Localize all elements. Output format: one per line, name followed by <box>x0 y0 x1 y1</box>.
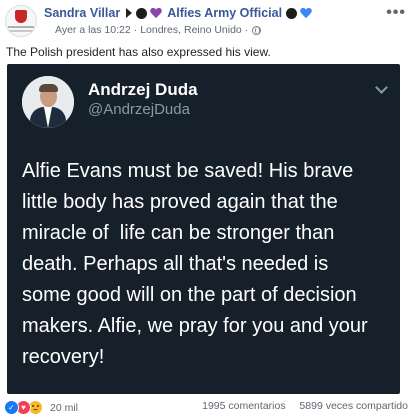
post-footer: ✓ ♥ 20 mil 1995 comentarios 5899 veces c… <box>4 400 408 416</box>
post-meta: Ayer a las 10:22 · Londres, Reino Unido … <box>55 24 262 36</box>
post-location[interactable]: Londres, Reino Unido <box>140 24 242 36</box>
avatar-caption-lines <box>8 26 34 28</box>
author-avatar[interactable] <box>5 5 37 37</box>
tweet-author-avatar <box>22 76 74 128</box>
tweet-text-line: some good will on the part of decision <box>22 284 357 306</box>
tweet-text-line: miracle of life can be stronger than <box>22 222 335 244</box>
purple-heart-icon <box>150 8 162 19</box>
shares-count[interactable]: 5899 veces compartido <box>299 400 408 412</box>
engagement-counts: 1995 comentarios 5899 veces compartido <box>202 400 408 412</box>
comments-count[interactable]: 1995 comentarios <box>202 400 285 412</box>
facebook-post: Sandra Villar Alfies Army Official ••• A… <box>0 0 414 418</box>
globe-icon <box>252 25 262 35</box>
tweet-display-name: Andrzej Duda <box>88 80 198 99</box>
tweet-text-line: Alfie Evans must be saved! His brave <box>22 160 354 182</box>
tweet-handle: @AndrzejDuda <box>88 101 190 118</box>
tweet-text: Alfie Evans must be saved! His brave lit… <box>22 156 392 373</box>
reactions-count: 20 mil <box>50 401 79 414</box>
tweet-screenshot[interactable]: Andrzej Duda @AndrzejDuda Alfie Evans mu… <box>7 64 400 394</box>
post-text: The Polish president has also expressed … <box>6 45 271 59</box>
tweet-text-line: makers. Alfie, we pray for you and your <box>22 315 368 337</box>
black-circle-emoji-icon <box>136 7 148 19</box>
tweet-text-line: recovery! <box>22 346 105 368</box>
crest-icon <box>15 10 27 23</box>
black-circle-emoji-icon <box>286 7 298 19</box>
post-options-button[interactable]: ••• <box>386 4 406 22</box>
reactions-summary[interactable]: ✓ ♥ 20 mil <box>4 400 78 415</box>
group-name[interactable]: Alfies Army Official <box>167 6 282 20</box>
tweet-text-line: death. Perhaps all that's needed is <box>22 253 329 275</box>
chevron-down-icon <box>375 81 388 94</box>
author-name[interactable]: Sandra Villar <box>44 6 120 20</box>
like-icon: ✓ <box>4 400 19 415</box>
meta-separator: · <box>133 24 138 36</box>
blue-heart-icon <box>300 8 312 19</box>
tweet-text-line: little body has proved again that the <box>22 191 338 213</box>
post-timestamp[interactable]: Ayer a las 10:22 <box>55 24 131 36</box>
post-header: Sandra Villar Alfies Army Official <box>44 5 314 21</box>
meta-separator: · <box>244 24 249 36</box>
share-arrow-icon <box>126 8 133 18</box>
